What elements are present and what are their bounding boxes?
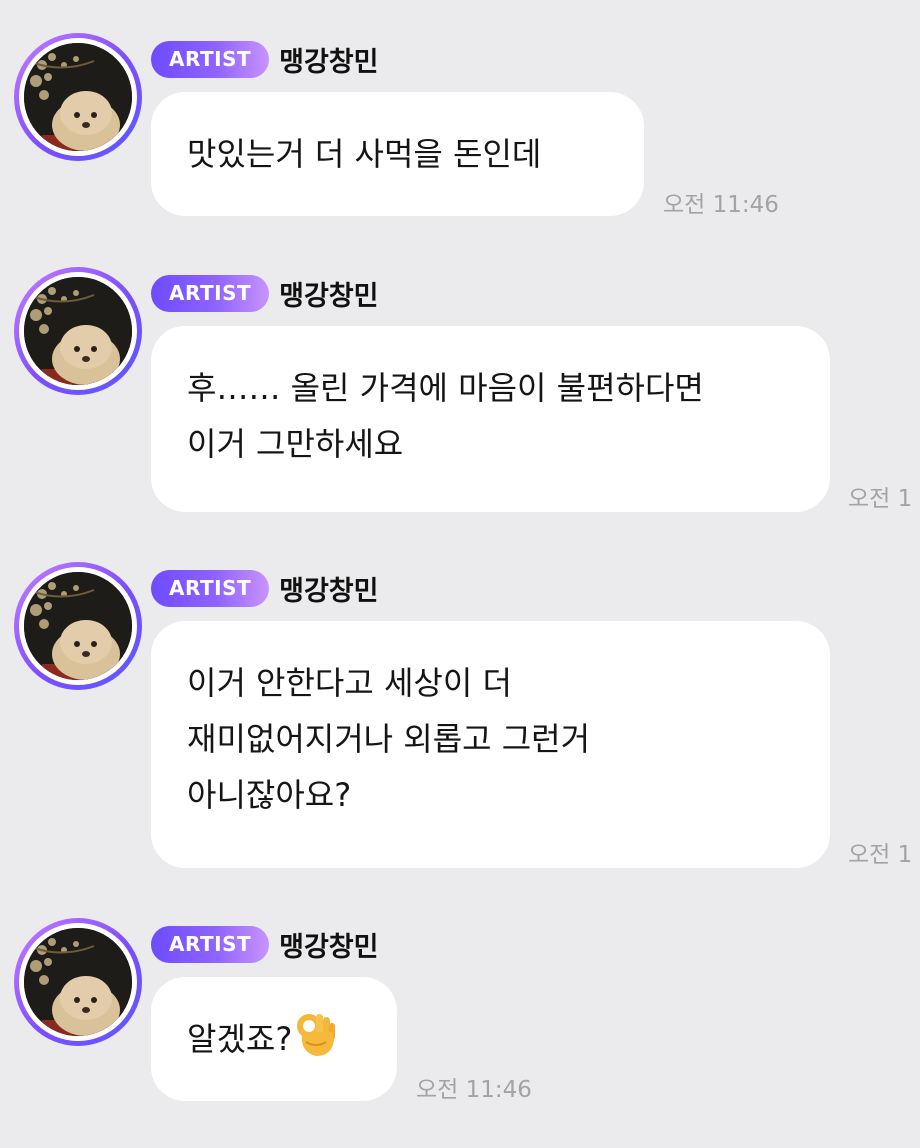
sender-row: ARTIST 맹강창민 (151, 924, 379, 964)
artist-avatar[interactable] (14, 33, 142, 161)
message-text-line: 재미없어지거나 외롭고 그런거 (187, 720, 591, 758)
artist-badge: ARTIST (151, 40, 270, 78)
sender-name: 맹강창민 (279, 575, 379, 607)
message-time: 오전 1 (848, 486, 913, 512)
artist-badge: ARTIST (151, 925, 270, 963)
message-bubble[interactable]: 알겠죠? (151, 977, 397, 1101)
artist-badge: ARTIST (151, 274, 270, 312)
message-text-line: 아니잖아요? (187, 776, 352, 814)
message-bubble[interactable]: 후…… 올린 가격에 마음이 불편하다면 이거 그만하세요 (151, 326, 830, 512)
artist-avatar[interactable] (14, 267, 142, 395)
artist-avatar[interactable] (14, 562, 142, 690)
message-time: 오전 1 (848, 842, 913, 868)
sender-name: 맹강창민 (279, 931, 379, 963)
message-text-line: 후…… 올린 가격에 마음이 불편하다면 (187, 369, 704, 407)
dog-photo (24, 572, 132, 680)
message-text-line: 알겠죠? (187, 1011, 363, 1075)
ok-hand-icon (296, 1012, 338, 1075)
sender-row: ARTIST 맹강창민 (151, 273, 379, 313)
sender-name: 맹강창민 (279, 46, 379, 78)
dog-photo (24, 928, 132, 1036)
dog-photo (24, 277, 132, 385)
message-text: 알겠죠? (187, 1020, 293, 1058)
message-time: 오전 11:46 (416, 1077, 532, 1103)
dog-photo (24, 43, 132, 151)
sender-row: ARTIST 맹강창민 (151, 568, 379, 608)
artist-avatar[interactable] (14, 918, 142, 1046)
message-text-line: 이거 그만하세요 (187, 425, 404, 463)
sender-row: ARTIST 맹강창민 (151, 39, 379, 79)
message-bubble[interactable]: 맛있는거 더 사먹을 돈인데 (151, 92, 644, 216)
message-text-line: 이거 안한다고 세상이 더 (187, 664, 512, 702)
sender-name: 맹강창민 (279, 280, 379, 312)
chat-thread[interactable]: ARTIST 맹강창민 맛있는거 더 사먹을 돈인데 오전 11:46 ARTI… (0, 0, 920, 1148)
message-bubble[interactable]: 이거 안한다고 세상이 더 재미없어지거나 외롭고 그런거 아니잖아요? (151, 621, 830, 868)
message-text: 맛있는거 더 사먹을 돈인데 (187, 135, 542, 173)
message-time: 오전 11:46 (663, 192, 779, 218)
artist-badge: ARTIST (151, 569, 270, 607)
